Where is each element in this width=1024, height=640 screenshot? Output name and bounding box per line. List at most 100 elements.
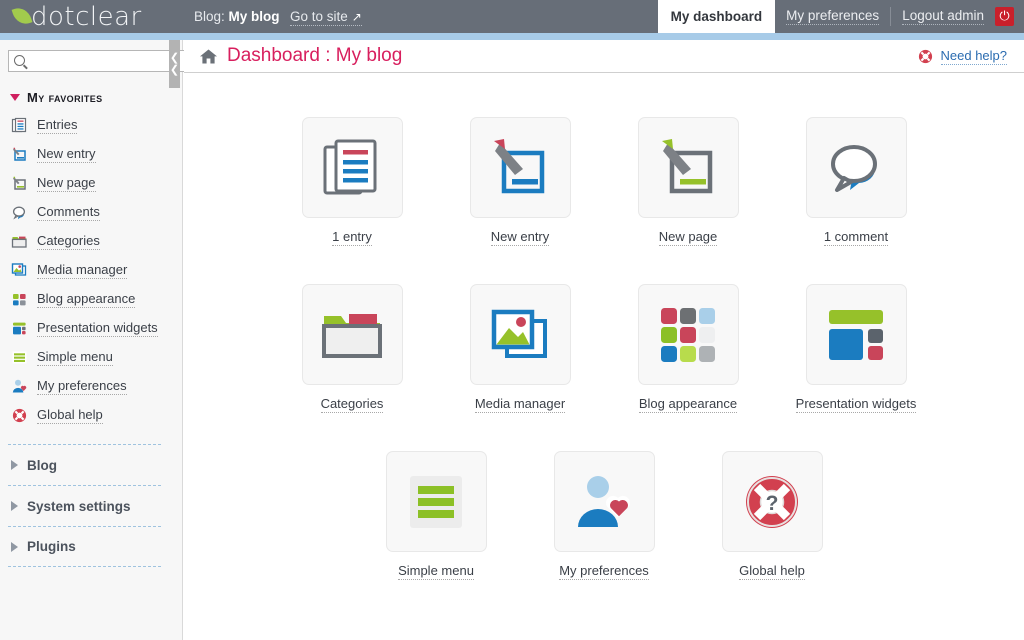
sidebar-item-blog-appearance[interactable]: Blog appearance xyxy=(0,285,169,314)
sidebar-item-label: Comments xyxy=(37,204,100,221)
sidebar-sections: Blog System settings Plugins xyxy=(0,444,169,567)
sidebar-section-label: Blog xyxy=(27,458,57,473)
sidebar-item-label: New page xyxy=(37,175,96,192)
magnifier-icon xyxy=(14,55,25,66)
tile-icon-box[interactable]: ? xyxy=(722,451,823,552)
sidebar-menu: Entries New entry xyxy=(0,111,169,430)
chevron-left-icon: ❮ xyxy=(170,52,179,64)
tile-label[interactable]: 1 entry xyxy=(332,229,372,246)
tile-label[interactable]: Presentation widgets xyxy=(796,396,917,413)
blog-appearance-icon xyxy=(11,291,28,308)
triangle-down-icon xyxy=(10,94,20,101)
sidebar-item-comments[interactable]: Comments xyxy=(0,198,169,227)
tile-icon-box[interactable] xyxy=(554,451,655,552)
dashboard-icon-grid: 1 entry New entry xyxy=(184,73,1024,580)
accent-bar xyxy=(0,33,1024,40)
external-link-icon: ↗ xyxy=(352,10,362,24)
tile-icon-box[interactable] xyxy=(638,117,739,218)
dashboard-tile-new-entry[interactable]: New entry xyxy=(470,117,571,246)
tile-label[interactable]: Global help xyxy=(739,563,805,580)
search-form: OK xyxy=(8,50,156,72)
search-input[interactable] xyxy=(8,50,187,72)
dashboard-row-3: Simple menu My preferences xyxy=(184,451,1024,580)
tile-label[interactable]: New entry xyxy=(491,229,550,246)
dashboard-tile-categories[interactable]: Categories xyxy=(302,284,403,413)
sidebar-item-my-preferences[interactable]: My preferences xyxy=(0,372,169,401)
power-icon[interactable]: ⏻ xyxy=(995,7,1014,26)
dashboard-tile-entries[interactable]: 1 entry xyxy=(302,117,403,246)
svg-text:?: ? xyxy=(766,492,779,515)
tile-label[interactable]: New page xyxy=(659,229,718,246)
link-my-preferences[interactable]: My preferences xyxy=(775,0,890,33)
tile-label[interactable]: Categories xyxy=(321,396,384,413)
my-preferences-icon xyxy=(571,469,637,535)
sidebar-section-plugins[interactable]: Plugins xyxy=(8,526,161,567)
sidebar-section-blog[interactable]: Blog xyxy=(8,444,161,485)
sidebar-item-label: Categories xyxy=(37,233,100,250)
dashboard-tile-presentation-widgets[interactable]: Presentation widgets xyxy=(806,284,907,413)
global-help-icon: ? xyxy=(739,469,805,535)
sidebar-divider xyxy=(169,40,183,640)
link-logout-label: Logout admin xyxy=(902,8,984,25)
sidebar-collapse-handle[interactable]: ❮ ❮ xyxy=(169,40,180,88)
link-logout[interactable]: Logout admin xyxy=(891,0,995,33)
tile-icon-box[interactable] xyxy=(302,117,403,218)
new-page-icon xyxy=(11,175,28,192)
presentation-widgets-icon xyxy=(11,320,28,337)
dashboard-tile-simple-menu[interactable]: Simple menu xyxy=(386,451,487,580)
top-nav: My dashboard My preferences Logout admin… xyxy=(658,0,1024,33)
sidebar-item-presentation-widgets[interactable]: Presentation widgets xyxy=(0,314,169,343)
dashboard-tile-new-page[interactable]: New page xyxy=(638,117,739,246)
tile-icon-box[interactable] xyxy=(302,284,403,385)
sidebar-item-categories[interactable]: Categories xyxy=(0,227,169,256)
new-entry-icon xyxy=(11,146,28,163)
tile-label[interactable]: My preferences xyxy=(559,563,649,580)
favorites-title: My favorites xyxy=(27,90,103,105)
sidebar-item-label: My preferences xyxy=(37,378,127,395)
top-header-bar: dotclear Blog: My blog Go to site ↗ My d… xyxy=(0,0,1024,33)
sidebar-item-label: Presentation widgets xyxy=(37,320,158,337)
dashboard-tile-global-help[interactable]: ? Global help xyxy=(722,451,823,580)
tile-label[interactable]: Simple menu xyxy=(398,563,474,580)
simple-menu-icon xyxy=(403,469,469,535)
go-to-site-link[interactable]: Go to site ↗ xyxy=(290,9,362,26)
sidebar-item-global-help[interactable]: Global help xyxy=(0,401,169,430)
tile-label[interactable]: Media manager xyxy=(475,396,565,413)
categories-icon xyxy=(319,302,385,368)
comments-icon xyxy=(11,204,28,221)
sidebar-item-label: Media manager xyxy=(37,262,127,279)
tile-icon-box[interactable] xyxy=(386,451,487,552)
link-my-preferences-label: My preferences xyxy=(786,8,879,25)
entries-icon xyxy=(319,135,385,201)
global-help-icon xyxy=(11,407,28,424)
dashboard-tile-media-manager[interactable]: Media manager xyxy=(470,284,571,413)
dashboard-tile-my-preferences[interactable]: My preferences xyxy=(554,451,655,580)
go-to-site-label: Go to site xyxy=(290,9,348,24)
sidebar-item-simple-menu[interactable]: Simple menu xyxy=(0,343,169,372)
tile-icon-box[interactable] xyxy=(470,284,571,385)
tile-label[interactable]: Blog appearance xyxy=(639,396,737,413)
need-help-label: Need help? xyxy=(941,48,1008,65)
need-help-link[interactable]: Need help? xyxy=(917,48,1008,65)
simple-menu-icon xyxy=(11,349,28,366)
dashboard-tile-blog-appearance[interactable]: Blog appearance xyxy=(638,284,739,413)
tile-icon-box[interactable] xyxy=(638,284,739,385)
sidebar-section-system-settings[interactable]: System settings xyxy=(8,485,161,526)
dotclear-logo[interactable]: dotclear xyxy=(14,4,142,30)
tab-my-dashboard[interactable]: My dashboard xyxy=(658,0,776,33)
tile-icon-box[interactable] xyxy=(806,117,907,218)
sidebar-item-new-entry[interactable]: New entry xyxy=(0,140,169,169)
sidebar-item-new-page[interactable]: New page xyxy=(0,169,169,198)
presentation-widgets-icon xyxy=(823,302,889,368)
dashboard-tile-comments[interactable]: 1 comment xyxy=(806,117,907,246)
tile-icon-box[interactable] xyxy=(806,284,907,385)
tile-label[interactable]: 1 comment xyxy=(824,229,888,246)
tile-icon-box[interactable] xyxy=(470,117,571,218)
sidebar-item-label: Global help xyxy=(37,407,103,424)
main-content: Dashboard : My blog Need help? xyxy=(184,40,1024,640)
favorites-header[interactable]: My favorites xyxy=(10,90,169,105)
sidebar-item-label: Simple menu xyxy=(37,349,113,366)
chevron-left-icon-2: ❮ xyxy=(170,64,179,76)
sidebar-item-media-manager[interactable]: Media manager xyxy=(0,256,169,285)
sidebar-item-entries[interactable]: Entries xyxy=(0,111,169,140)
